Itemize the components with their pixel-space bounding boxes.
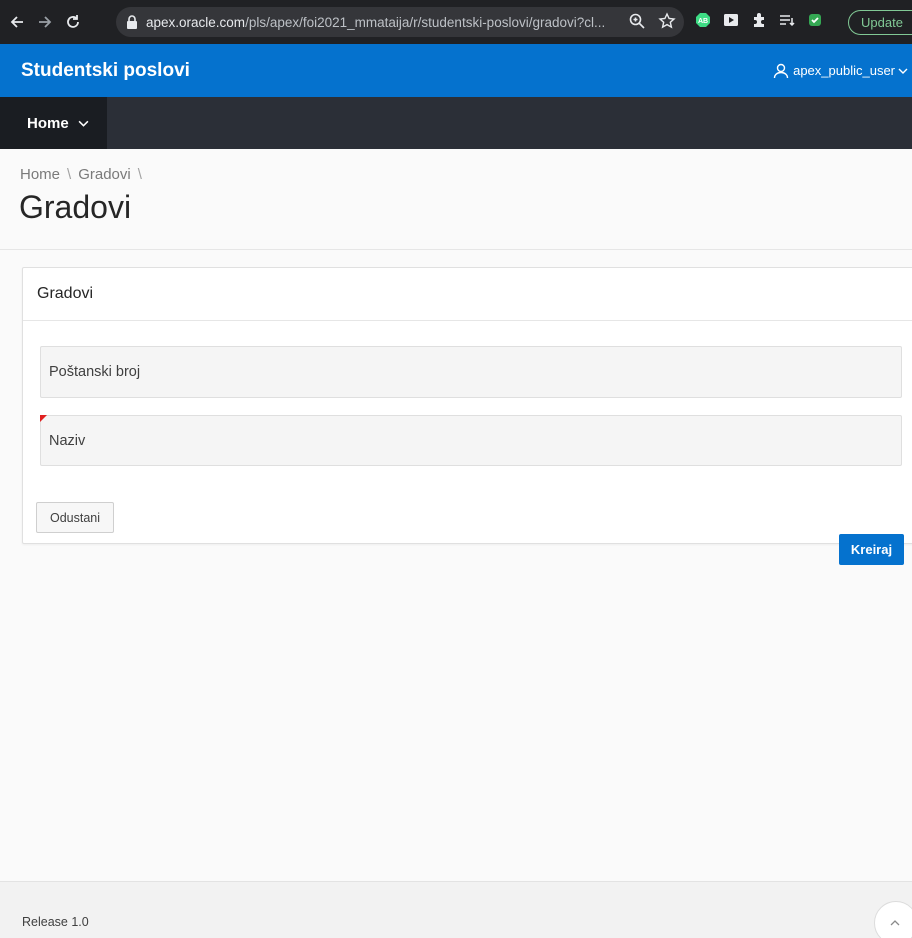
user-menu[interactable]: apex_public_user	[773, 44, 912, 97]
zoom-icon[interactable]	[628, 12, 646, 30]
breadcrumb-current: Gradovi	[78, 166, 131, 183]
chevron-up-icon	[890, 920, 900, 926]
url-path: /pls/apex/foi2021_mmataija/r/studentski-…	[245, 14, 606, 30]
create-button[interactable]: Kreiraj	[839, 534, 904, 565]
back-arrow-icon[interactable]	[6, 11, 28, 33]
nav-home-menu[interactable]: Home	[0, 97, 107, 149]
breadcrumb-separator: \	[67, 166, 72, 183]
forward-arrow-icon[interactable]	[34, 11, 56, 33]
header-divider	[0, 249, 912, 250]
reading-list-icon[interactable]	[778, 11, 796, 29]
name-field[interactable]: Naziv	[40, 415, 902, 466]
chevron-down-icon	[898, 68, 908, 74]
postal-code-field[interactable]: Poštanski broj	[40, 346, 902, 398]
url-host: apex.oracle.com	[146, 14, 246, 30]
breadcrumb: Home \ Gradovi \	[20, 166, 149, 183]
breadcrumb-home[interactable]: Home	[20, 166, 60, 183]
adblock-extension-icon[interactable]: AB	[694, 11, 712, 29]
reload-icon[interactable]	[62, 11, 84, 33]
shield-check-icon[interactable]	[806, 11, 824, 29]
puzzle-extensions-icon[interactable]	[750, 11, 768, 29]
address-bar[interactable]: apex.oracle.com/pls/apex/foi2021_mmataij…	[116, 7, 684, 37]
app-title[interactable]: Studentski poslovi	[21, 60, 190, 82]
scroll-to-top-button[interactable]	[874, 901, 912, 938]
browser-toolbar: apex.oracle.com/pls/apex/foi2021_mmataij…	[0, 0, 912, 44]
release-label: Release 1.0	[22, 915, 89, 929]
media-extension-icon[interactable]	[722, 11, 740, 29]
app-header: Studentski poslovi apex_public_user	[0, 44, 912, 97]
svg-text:AB: AB	[698, 18, 708, 25]
bookmark-star-icon[interactable]	[658, 12, 676, 30]
user-name: apex_public_user	[793, 63, 895, 78]
required-indicator	[40, 415, 47, 422]
chevron-down-icon	[78, 120, 89, 127]
region-header: Gradovi	[23, 268, 912, 321]
breadcrumb-separator: \	[137, 166, 142, 183]
page-title: Gradovi	[19, 189, 132, 225]
form-region: Gradovi Poštanski broj Naziv Odustani	[22, 267, 912, 544]
url-text: apex.oracle.com/pls/apex/foi2021_mmataij…	[146, 15, 605, 30]
cancel-button[interactable]: Odustani	[36, 502, 114, 533]
postal-code-label: Poštanski broj	[49, 364, 141, 380]
nav-home-label: Home	[27, 114, 69, 132]
region-title: Gradovi	[37, 285, 94, 302]
name-label: Naziv	[49, 432, 86, 449]
user-icon	[773, 63, 789, 78]
navigation-bar: Home	[0, 97, 912, 149]
lock-icon	[127, 15, 137, 29]
page-footer: Release 1.0	[0, 881, 912, 938]
update-button[interactable]: Update	[848, 10, 912, 35]
